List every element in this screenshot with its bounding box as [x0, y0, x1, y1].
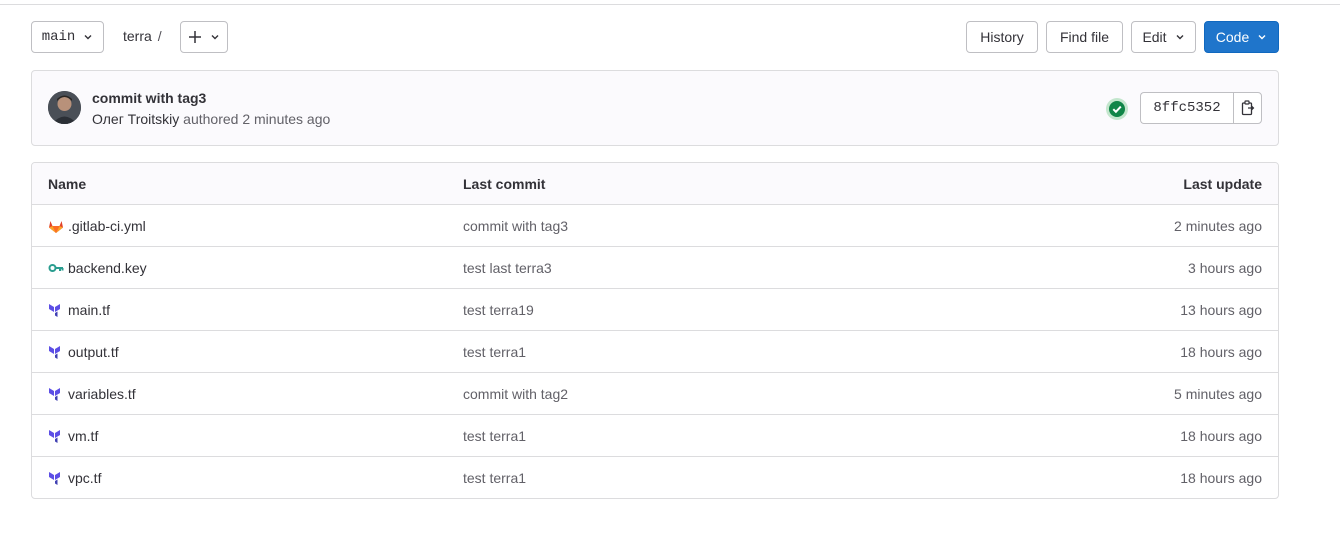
terraform-icon	[49, 346, 60, 359]
table-row[interactable]: backend.key test last terra3 3 hours ago	[32, 247, 1278, 289]
chevron-down-icon	[1258, 35, 1266, 40]
file-table: Name Last commit Last update .gitlab-ci.…	[31, 162, 1279, 499]
file-link[interactable]: variables.tf	[48, 386, 136, 402]
code-label: Code	[1215, 29, 1250, 45]
chevron-down-icon	[211, 35, 219, 40]
file-link[interactable]: main.tf	[48, 302, 110, 318]
table-row[interactable]: output.tf test terra1 18 hours ago	[32, 331, 1278, 373]
history-button[interactable]: History	[966, 21, 1038, 53]
gitlab-icon	[49, 221, 63, 233]
last-update-time: 3 hours ago	[1188, 260, 1262, 276]
key-icon	[48, 264, 64, 272]
branch-selector[interactable]: main	[31, 21, 104, 53]
file-name: vm.tf	[68, 428, 99, 444]
last-update-time: 13 hours ago	[1180, 302, 1262, 318]
find-file-button[interactable]: Find file	[1046, 21, 1123, 53]
file-name: .gitlab-ci.yml	[68, 218, 146, 234]
copy-sha-button[interactable]	[1233, 92, 1262, 124]
table-row[interactable]: vm.tf test terra1 18 hours ago	[32, 415, 1278, 457]
plus-icon	[189, 31, 201, 43]
breadcrumb: terra /	[123, 28, 162, 44]
commit-author[interactable]: Олег Troitskiy	[92, 111, 179, 127]
copy-icon	[1241, 100, 1254, 116]
table-row[interactable]: .gitlab-ci.yml commit with tag3 2 minute…	[32, 205, 1278, 247]
table-row[interactable]: main.tf test terra19 13 hours ago	[32, 289, 1278, 331]
last-commit-panel: commit with tag3 Олег Troitskiy authored…	[31, 70, 1279, 146]
header-last-commit: Last commit	[463, 176, 546, 192]
file-link[interactable]: .gitlab-ci.yml	[48, 218, 146, 234]
repo-toolbar: main terra / History Find file Edit Code	[31, 21, 1279, 54]
file-link[interactable]: backend.key	[48, 260, 147, 276]
avatar[interactable]	[48, 91, 81, 124]
terraform-icon	[49, 472, 60, 485]
terraform-icon	[49, 388, 60, 401]
table-row[interactable]: vpc.tf test terra1 18 hours ago	[32, 457, 1278, 498]
header-last-update: Last update	[1183, 176, 1262, 192]
last-update-time: 2 minutes ago	[1174, 218, 1262, 234]
last-commit-message[interactable]: test terra1	[463, 470, 526, 486]
branch-name: main	[41, 29, 76, 45]
add-file-dropdown[interactable]	[180, 21, 228, 53]
commit-meta: Олег Troitskiy authored 2 minutes ago	[92, 111, 330, 127]
breadcrumb-separator: /	[157, 28, 162, 44]
last-commit-message[interactable]: test last terra3	[463, 260, 552, 276]
check-circle-icon[interactable]	[1105, 97, 1129, 121]
terraform-icon	[49, 430, 60, 443]
file-name: vpc.tf	[68, 470, 102, 486]
commit-sha[interactable]: 8ffc5352	[1140, 92, 1233, 124]
top-divider	[0, 4, 1340, 5]
last-commit-message[interactable]: test terra19	[463, 302, 534, 318]
commit-sha-group: 8ffc5352	[1140, 92, 1262, 124]
file-link[interactable]: output.tf	[48, 344, 119, 360]
code-dropdown[interactable]: Code	[1204, 21, 1279, 53]
file-link[interactable]: vpc.tf	[48, 470, 101, 486]
last-commit-message[interactable]: commit with tag3	[463, 218, 568, 234]
file-name: backend.key	[68, 260, 147, 276]
last-update-time: 18 hours ago	[1180, 428, 1262, 444]
table-header: Name Last commit Last update	[32, 163, 1278, 205]
last-update-time: 18 hours ago	[1180, 470, 1262, 486]
commit-authored-time: authored 2 minutes ago	[183, 111, 331, 127]
file-name: main.tf	[68, 302, 111, 318]
edit-label: Edit	[1142, 29, 1167, 45]
chevron-down-icon	[1176, 35, 1184, 40]
commit-title[interactable]: commit with tag3	[92, 90, 206, 106]
file-name: variables.tf	[68, 386, 136, 402]
last-commit-message[interactable]: test terra1	[463, 344, 526, 360]
header-name: Name	[48, 176, 87, 192]
last-update-time: 5 minutes ago	[1174, 386, 1262, 402]
edit-dropdown[interactable]: Edit	[1131, 21, 1196, 53]
last-commit-message[interactable]: commit with tag2	[463, 386, 568, 402]
chevron-down-icon	[84, 35, 92, 40]
breadcrumb-project[interactable]: terra	[123, 28, 152, 44]
file-name: output.tf	[68, 344, 119, 360]
terraform-icon	[49, 304, 60, 317]
avatar-image	[48, 91, 81, 124]
file-link[interactable]: vm.tf	[48, 428, 98, 444]
last-commit-message[interactable]: test terra1	[463, 428, 526, 444]
last-update-time: 18 hours ago	[1180, 344, 1262, 360]
table-row[interactable]: variables.tf commit with tag2 5 minutes …	[32, 373, 1278, 415]
